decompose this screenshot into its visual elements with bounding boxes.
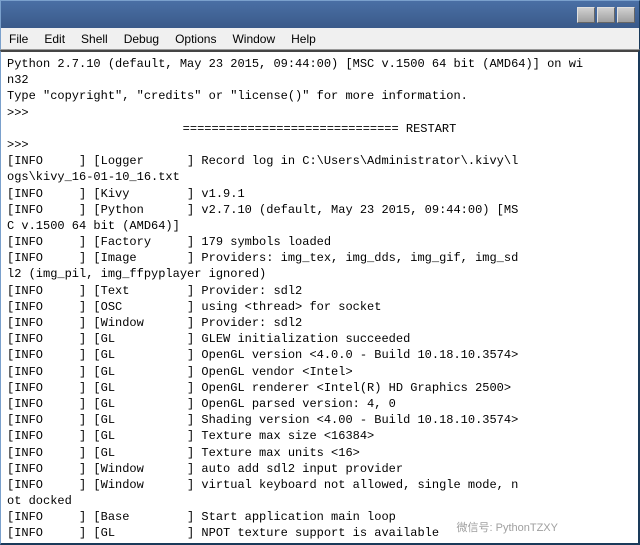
shell-line: >>> [7,105,632,121]
shell-line: [INFO ] [GL ] OpenGL parsed version: 4, … [7,396,632,412]
shell-line: [INFO ] [GL ] OpenGL version <4.0.0 - Bu… [7,347,632,363]
shell-line: [INFO ] [Text ] Provider: sdl2 [7,283,632,299]
shell-line: [INFO ] [Window ] auto add sdl2 input pr… [7,461,632,477]
shell-line: [INFO ] [Python ] v2.7.10 (default, May … [7,202,632,234]
shell-line: [INFO ] [Image ] Providers: img_tex, img… [7,250,632,282]
window-controls [577,7,635,23]
menu-item-shell[interactable]: Shell [73,30,116,48]
menu-item-file[interactable]: File [1,30,36,48]
shell-line: [INFO ] [Factory ] 179 symbols loaded [7,234,632,250]
shell-line: Type "copyright", "credits" or "license(… [7,88,632,104]
menu-item-edit[interactable]: Edit [36,30,73,48]
maximize-button[interactable] [597,7,615,23]
menu-item-debug[interactable]: Debug [116,30,167,48]
title-bar [0,0,640,28]
shell-output[interactable]: Python 2.7.10 (default, May 23 2015, 09:… [0,50,640,545]
menu-item-window[interactable]: Window [224,30,283,48]
shell-line: [INFO ] [Window ] virtual keyboard not a… [7,477,632,509]
shell-line: ============================== RESTART [7,121,632,137]
menu-item-help[interactable]: Help [283,30,324,48]
shell-line: Python 2.7.10 (default, May 23 2015, 09:… [7,56,632,88]
shell-line: [INFO ] [GL ] OpenGL renderer <Intel(R) … [7,380,632,396]
shell-line: [INFO ] [OSC ] using <thread> for socket [7,299,632,315]
shell-line: >>> [7,137,632,153]
shell-line: [INFO ] [GL ] GLEW initialization succee… [7,331,632,347]
shell-line: [INFO ] [GL ] Shading version <4.00 - Bu… [7,412,632,428]
shell-line: [INFO ] [Window ] Provider: sdl2 [7,315,632,331]
watermark: 微信号: PythonTZXY [457,519,558,535]
close-button[interactable] [617,7,635,23]
menu-item-options[interactable]: Options [167,30,224,48]
shell-line: [INFO ] [GL ] Texture max size <16384> [7,428,632,444]
minimize-button[interactable] [577,7,595,23]
shell-line: [INFO ] [GL ] Texture max units <16> [7,445,632,461]
shell-line: [INFO ] [Kivy ] v1.9.1 [7,186,632,202]
shell-line: [INFO ] [Logger ] Record log in C:\Users… [7,153,632,185]
shell-line: [INFO ] [GL ] OpenGL vendor <Intel> [7,364,632,380]
menu-bar: FileEditShellDebugOptionsWindowHelp [0,28,640,50]
